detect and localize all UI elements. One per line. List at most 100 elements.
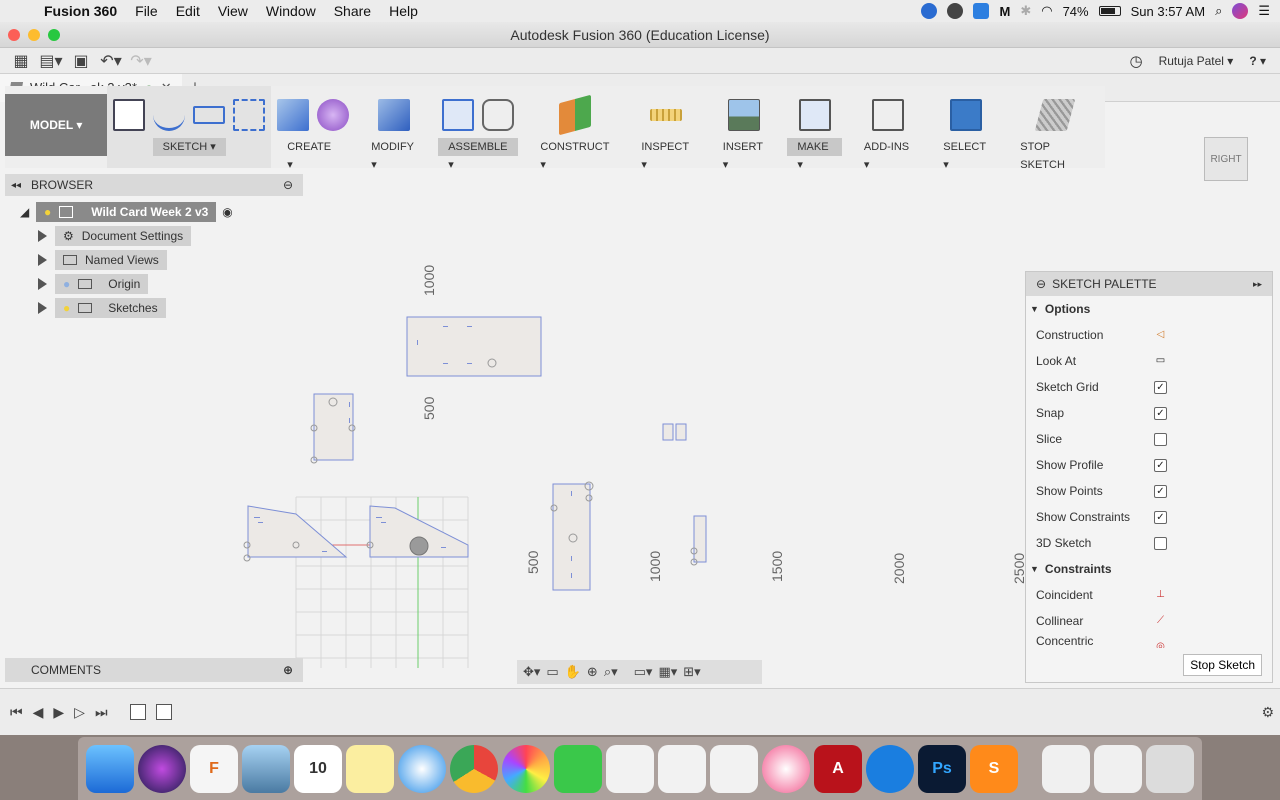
battery-icon[interactable] [1098,6,1121,16]
itunes-icon[interactable] [762,744,810,793]
new-component-icon[interactable] [442,99,475,131]
stop-sketch-button[interactable]: Stop Sketch [1183,654,1262,676]
preview-icon[interactable] [242,744,290,793]
downloads-stack-icon[interactable] [1042,744,1090,793]
slice-checkbox[interactable] [1154,433,1167,446]
step-forward-icon[interactable]: ▷ [74,704,85,721]
sketch-dimension-icon[interactable] [233,99,266,131]
select-icon[interactable] [949,99,982,131]
sublime-text-icon[interactable]: S [970,744,1018,793]
battery-percent[interactable]: 74% [1063,4,1089,19]
step-back-icon[interactable]: ◀ [33,704,44,721]
sketch-profile[interactable] [675,423,687,441]
constraint-concentric[interactable]: Concentric ◎ [1026,634,1272,648]
insert-image-icon[interactable] [728,99,761,131]
go-to-start-icon[interactable]: ⏮ [10,704,23,721]
construct-menu[interactable]: CONSTRUCT ▾ [530,138,619,171]
timeline-sketch-feature-icon[interactable] [129,704,146,720]
comments-panel[interactable]: COMMENTS ⊕ [5,658,303,682]
redo-icon[interactable]: ↷▾ [126,51,156,71]
3d-sketch-checkbox[interactable] [1154,537,1167,550]
section-triangle-icon[interactable]: ▼ [1030,304,1039,314]
sketch-profile[interactable] [693,515,707,563]
option-show-constraints[interactable]: Show Constraints ✓ [1026,504,1272,530]
pan-icon[interactable]: ✋ [565,664,581,680]
fusion-360-icon[interactable]: F [190,744,238,793]
create-sketch-icon[interactable] [113,99,146,131]
siri-dock-icon[interactable] [138,744,186,793]
status-app-icon[interactable] [947,3,964,19]
view-cube-face[interactable]: RIGHT [1210,154,1241,165]
display-settings-icon[interactable]: ▭▾ [634,664,653,680]
look-at-icon[interactable]: ▭ [546,664,558,680]
minimize-window-button[interactable] [28,29,40,41]
lightbulb-icon[interactable]: ● [63,277,70,291]
browser-pin-icon[interactable]: ⊖ [283,178,293,192]
modify-menu[interactable]: MODIFY ▾ [361,138,426,171]
palette-collapse-icon[interactable]: ⊖ [1036,277,1046,291]
notes-icon[interactable] [346,744,394,793]
menu-app-name[interactable]: Fusion 360 [40,3,126,19]
option-3d-sketch[interactable]: 3D Sketch [1026,530,1272,556]
concentric-icon[interactable]: ◎ [1154,641,1167,648]
browser-chip[interactable]: ⚙ Document Settings [55,226,192,246]
offset-plane-icon[interactable] [558,94,591,136]
help-menu[interactable]: ? ▾ [1249,54,1266,68]
coincident-icon[interactable]: ⊥ [1154,589,1167,602]
add-comment-icon[interactable]: ⊕ [283,663,293,677]
form-icon[interactable] [317,99,350,131]
malwarebytes-icon[interactable]: M [999,4,1010,19]
data-panel-grid-icon[interactable]: ▦ [6,51,36,71]
palette-expand-icon[interactable]: ▸▸ [1253,279,1262,290]
facetime-icon[interactable] [554,744,602,793]
siri-icon[interactable] [1232,3,1249,19]
collinear-icon[interactable]: ⟋ [1154,615,1167,628]
grid-settings-icon[interactable]: ▦▾ [658,664,677,680]
activate-component-icon[interactable]: ◉ [222,205,232,219]
orbit-icon[interactable]: ✥▾ [523,664,540,680]
clock[interactable]: Sun 3:57 AM [1131,4,1205,19]
calendar-icon[interactable]: 10 [294,744,342,793]
sketch-profile[interactable] [313,393,354,461]
view-cube[interactable]: RIGHT [1204,137,1248,181]
assemble-menu[interactable]: ASSEMBLE ▾ [438,138,519,171]
options-section[interactable]: ▼ Options [1026,296,1272,322]
play-icon[interactable]: ▶ [53,704,64,721]
sketch-menu[interactable]: SKETCH ▾ [152,138,226,156]
save-icon[interactable]: ▣ [66,51,96,71]
show-points-checkbox[interactable]: ✓ [1154,485,1167,498]
browser-root-row[interactable]: ◢ ● Wild Card Week 2 v3 ◉ [20,202,233,222]
browser-item-origin[interactable]: ● Origin [38,274,149,294]
browser-root-item[interactable]: ● Wild Card Week 2 v3 [36,202,217,222]
lightbulb-icon[interactable]: ● [44,205,51,219]
menu-view[interactable]: View [209,3,257,19]
workspace-mode-button[interactable]: MODEL ▾ [5,94,108,156]
sketch-profile[interactable] [247,505,348,558]
wifi-icon[interactable]: ◠ [1041,3,1052,19]
measure-icon[interactable] [650,109,683,121]
sketch-profile[interactable] [406,316,542,377]
show-profile-checkbox[interactable]: ✓ [1154,459,1167,472]
constraint-collinear[interactable]: Collinear ⟋ [1026,608,1272,634]
show-constraints-checkbox[interactable]: ✓ [1154,511,1167,524]
browser-item-sketches[interactable]: ● Sketches [38,298,166,318]
menu-file[interactable]: File [126,3,167,19]
addins-menu[interactable]: ADD-INS ▾ [854,138,921,171]
sketch-profiles[interactable] [247,316,707,591]
look-at-icon[interactable]: ▭ [1154,355,1167,368]
extrude-icon[interactable] [277,99,310,131]
menu-edit[interactable]: Edit [167,3,209,19]
construction-icon[interactable]: ◁ [1154,329,1167,342]
option-look-at[interactable]: Look At ▭ [1026,348,1272,374]
autocad-icon[interactable]: A [814,744,862,793]
joint-icon[interactable] [482,99,515,131]
option-construction[interactable]: Construction ◁ [1026,322,1272,348]
fit-zoom-icon[interactable]: ⌕▾ [604,664,618,680]
constraints-section[interactable]: ▼ Constraints [1026,556,1272,582]
constraint-coincident[interactable]: Coincident ⊥ [1026,582,1272,608]
viewports-icon[interactable]: ⊞▾ [683,664,700,680]
teamviewer-dock-icon[interactable] [866,744,914,793]
arc-icon[interactable] [153,99,186,131]
status-app-icon[interactable] [921,3,938,19]
safari-icon[interactable] [398,744,446,793]
